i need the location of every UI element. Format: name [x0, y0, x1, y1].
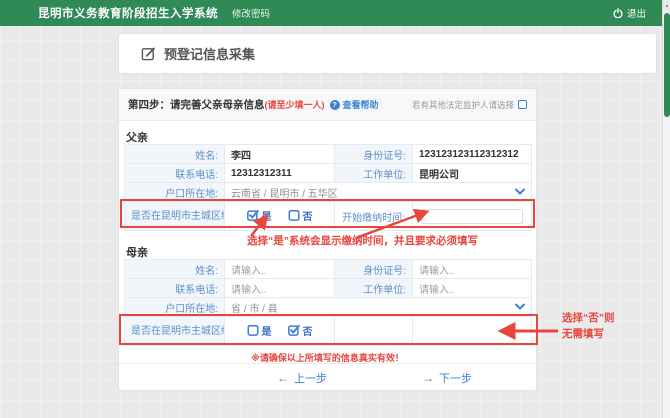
father-phone-value: 12312312311: [224, 163, 335, 183]
yes-label: 是: [261, 326, 272, 338]
checkbox-checked-icon: [287, 324, 300, 337]
table-row: 户口所在地: 省 / 市 / 县: [124, 297, 532, 317]
father-residence-value: 云南省 / 昆明市 / 五华区: [231, 188, 338, 200]
no-selection-note-line2: 无需填写: [562, 327, 604, 340]
step-note: (请至少填一人): [264, 100, 325, 110]
mother-employer-label: 工作单位:: [334, 278, 413, 298]
form-card: 第四步：请完善父亲母亲信息 (请至少填一人) ? 查看帮助 若有其他法定监护人请选…: [118, 88, 537, 391]
mother-residence-value: 省 / 市 / 县: [231, 303, 278, 315]
step-title: 第四步：请完善父亲母亲信息: [128, 99, 265, 111]
table-row: 姓名: 请输入.. 身份证号: 请输入..: [124, 259, 532, 279]
father-residence-select[interactable]: 云南省 / 昆明市 / 五华区: [224, 182, 532, 202]
empty-cell: [412, 316, 532, 346]
mother-id-label: 身份证号:: [334, 259, 413, 279]
mother-residence-select[interactable]: 省 / 市 / 县: [224, 297, 532, 317]
father-employer-value: 昆明公司: [412, 163, 532, 183]
page-scrollbar: ▲: [662, 0, 670, 418]
change-password-link[interactable]: 修改密码: [232, 6, 270, 20]
guardian-option: 若有其他法定监护人请选择: [412, 99, 527, 111]
app-header: 昆明市义务教育阶段招生入学系统 修改密码 退出: [0, 0, 662, 26]
prev-step-button[interactable]: ← 上一步: [277, 364, 327, 391]
table-row: 联系电话: 请输入.. 工作单位: 请输入..: [124, 278, 532, 298]
power-icon: [613, 8, 623, 18]
placeholder-text: 请输入..: [419, 265, 455, 277]
edit-icon: [141, 46, 156, 61]
father-name-label: 姓名:: [124, 144, 225, 164]
start-time-cell: [412, 201, 532, 231]
father-insurance-no-checkbox[interactable]: 否: [288, 208, 313, 223]
mother-insurance-yes-checkbox[interactable]: 是: [247, 323, 272, 338]
no-selection-note: 选择“否”则 无需填写: [562, 311, 615, 343]
right-arrow-icon: →: [422, 370, 434, 385]
father-info-table: 姓名: 李四 身份证号: 123123123112312312 联系电话: 12…: [124, 144, 532, 231]
start-time-input[interactable]: [421, 208, 523, 224]
yes-label: 是: [261, 211, 272, 223]
system-title: 昆明市义务教育阶段招生入学系统: [38, 8, 218, 20]
scrollbar-up-arrow-icon[interactable]: ▲: [663, 0, 670, 12]
start-time-label: 开始缴纳时间:: [334, 201, 413, 231]
placeholder-text: 请输入..: [231, 265, 267, 277]
father-section-title: 父亲: [126, 132, 148, 144]
father-insurance-label: 是否在昆明市主城区缴纳城镇职工养老保险:: [124, 201, 225, 231]
form-footer: ← 上一步 → 下一步: [119, 363, 536, 390]
mother-name-input[interactable]: 请输入..: [224, 259, 335, 279]
father-insurance-row: 是否在昆明市主城区缴纳城镇职工养老保险: 是 否 开始缴纳时间:: [124, 201, 532, 231]
chevron-down-icon: [515, 188, 525, 196]
mother-insurance-label: 是否在昆明市主城区缴纳城镇职工养老保险:: [124, 316, 225, 346]
table-row: 联系电话: 12312312311 工作单位: 昆明公司: [124, 163, 532, 183]
next-step-label: 下一步: [439, 372, 472, 385]
father-id-label: 身份证号:: [334, 144, 413, 164]
father-insurance-yes-checkbox[interactable]: 是: [246, 208, 272, 223]
no-label: 否: [302, 326, 313, 338]
checkbox-checked-icon: [246, 209, 259, 222]
next-step-button[interactable]: → 下一步: [422, 364, 472, 391]
page-title: 预登记信息采集: [164, 47, 256, 62]
help-link[interactable]: ? 查看帮助: [329, 98, 379, 111]
no-selection-note-line1: 选择“否”则: [562, 312, 615, 324]
mother-section-title: 母亲: [126, 247, 148, 259]
checkbox-unchecked-icon: [247, 324, 259, 337]
father-residence-label: 户口所在地:: [124, 182, 225, 202]
scrollbar-thumb[interactable]: [663, 13, 670, 117]
help-icon: ?: [329, 99, 340, 110]
placeholder-text: 请输入..: [231, 284, 267, 296]
chevron-down-icon: [515, 303, 525, 311]
father-id-value: 123123123112312312: [412, 144, 532, 164]
father-insurance-options: 是 否: [224, 201, 335, 231]
mother-residence-label: 户口所在地:: [124, 297, 225, 317]
mother-insurance-options: 是 否: [224, 316, 335, 346]
no-label: 否: [302, 211, 313, 223]
father-phone-label: 联系电话:: [124, 163, 225, 183]
mother-insurance-no-checkbox[interactable]: 否: [287, 323, 313, 338]
placeholder-text: 请输入..: [419, 284, 455, 296]
mother-info-table: 姓名: 请输入.. 身份证号: 请输入.. 联系电话: 请输入.. 工作单位: …: [124, 259, 532, 346]
mother-insurance-row: 是否在昆明市主城区缴纳城镇职工养老保险: 是 否: [124, 316, 532, 346]
help-link-label: 查看帮助: [342, 100, 379, 110]
mother-id-input[interactable]: 请输入..: [412, 259, 532, 279]
logout-button[interactable]: 退出: [613, 6, 646, 20]
empty-cell: [334, 316, 413, 346]
mother-phone-label: 联系电话:: [124, 278, 225, 298]
guardian-label: 若有其他法定监护人请选择: [411, 99, 514, 110]
father-employer-label: 工作单位:: [334, 163, 413, 183]
mother-name-label: 姓名:: [124, 259, 225, 279]
mother-employer-input[interactable]: 请输入..: [412, 278, 532, 298]
father-name-value: 李四: [224, 144, 335, 164]
table-row: 姓名: 李四 身份证号: 123123123112312312: [124, 144, 532, 164]
checkbox-unchecked-icon: [288, 209, 300, 222]
mother-phone-input[interactable]: 请输入..: [224, 278, 335, 298]
left-arrow-icon: ←: [277, 370, 289, 385]
prev-step-label: 上一步: [294, 372, 327, 385]
page-title-card: 预登记信息采集: [118, 33, 657, 74]
guardian-checkbox[interactable]: [518, 100, 527, 109]
logout-label: 退出: [626, 9, 646, 20]
step-header: 第四步：请完善父亲母亲信息 (请至少填一人) ? 查看帮助 若有其他法定监护人请选…: [119, 89, 536, 121]
table-row: 户口所在地: 云南省 / 昆明市 / 五华区: [124, 182, 532, 202]
